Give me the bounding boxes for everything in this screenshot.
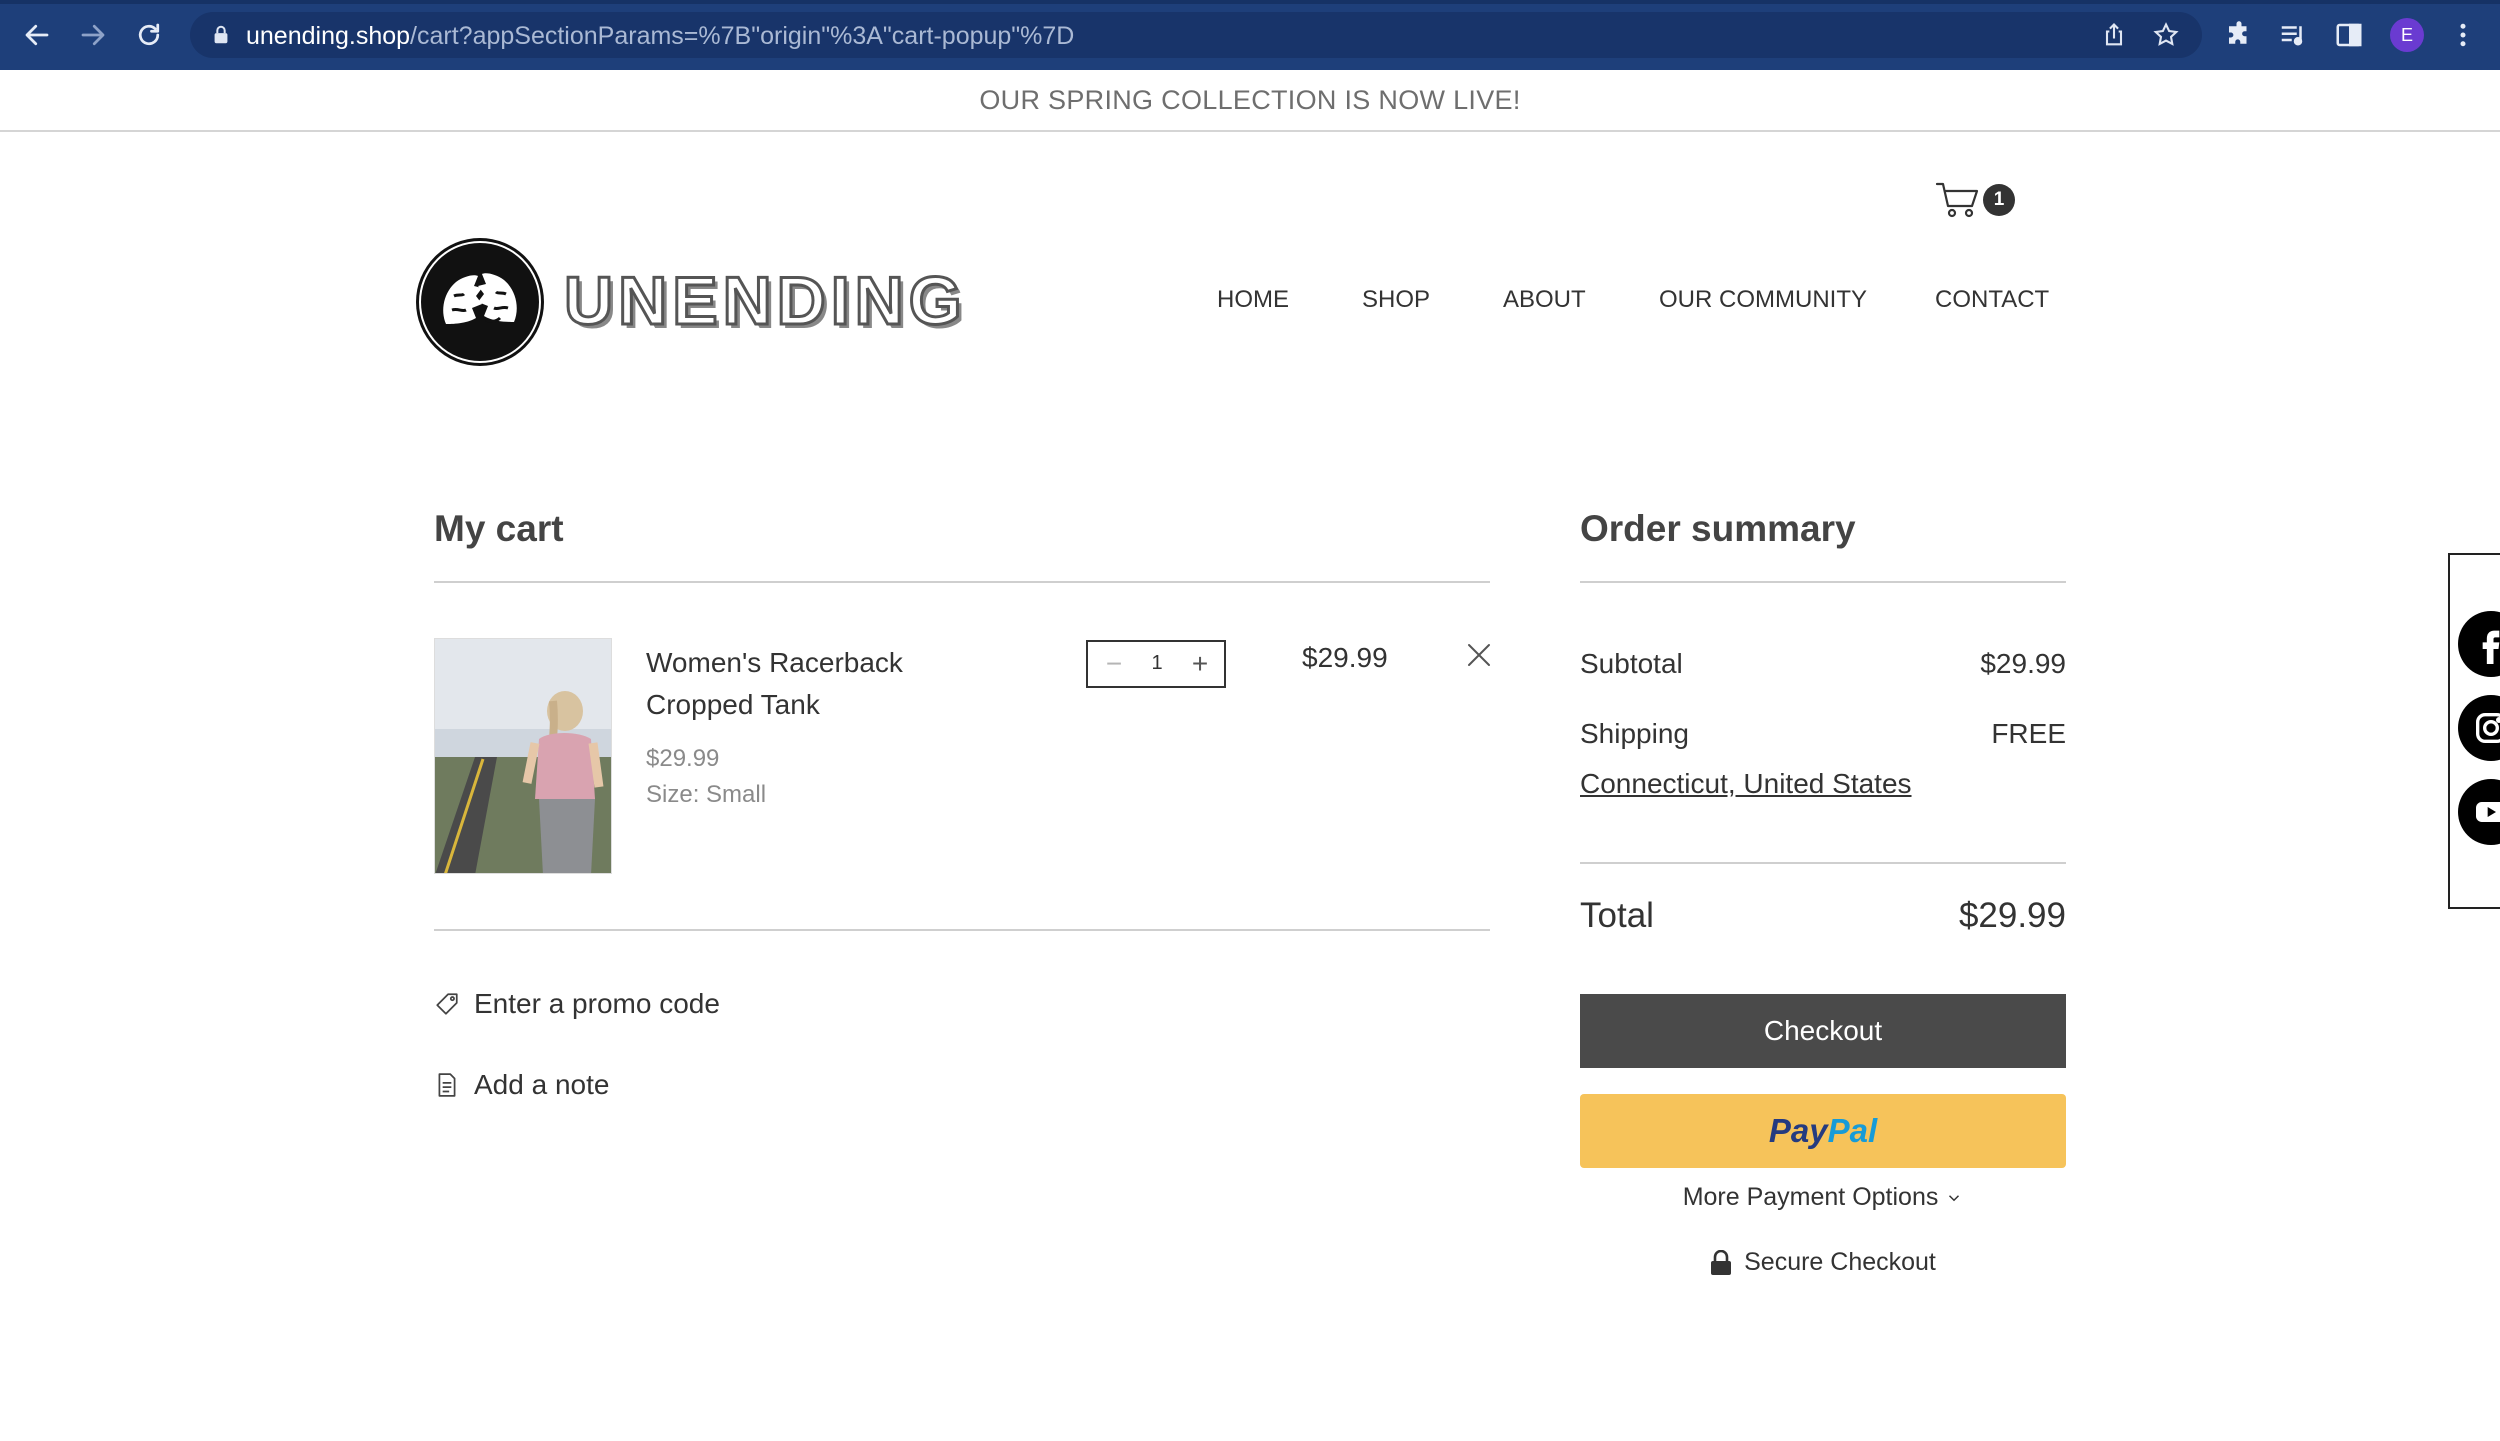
announcement-text: OUR SPRING COLLECTION IS NOW LIVE! <box>979 84 1521 115</box>
tab-strip-edge <box>0 0 2500 4</box>
add-note-button[interactable]: Add a note <box>434 1069 609 1101</box>
profile-avatar[interactable]: E <box>2390 18 2424 52</box>
instagram-icon[interactable] <box>2458 695 2500 761</box>
media-queue-icon[interactable] <box>2278 20 2308 50</box>
secure-checkout-note: Secure Checkout <box>1580 1248 2066 1277</box>
cart-divider-bottom <box>434 929 1490 931</box>
shipping-value: FREE <box>1991 718 2066 749</box>
note-icon <box>438 1073 456 1097</box>
add-note-label: Add a note <box>474 1069 610 1100</box>
reload-icon[interactable] <box>128 14 170 56</box>
shipping-label: Shipping <box>1580 718 1689 749</box>
product-name[interactable]: Women's Racerback Cropped Tank <box>646 642 976 726</box>
lock-icon <box>1711 1249 1732 1275</box>
cart-title: My cart <box>434 508 564 549</box>
facebook-icon[interactable] <box>2458 611 2500 677</box>
brand-wordmark[interactable]: UNENDING <box>563 262 967 341</box>
address-bar[interactable]: unending.shop/cart?appSectionParams=%7B"… <box>190 12 2202 58</box>
summary-divider-top <box>1580 581 2066 583</box>
nav-about[interactable]: ABOUT <box>1503 286 1586 314</box>
browser-toolbar: unending.shop/cart?appSectionParams=%7B"… <box>0 0 2500 70</box>
subtotal-value: $29.99 <box>1980 648 2066 679</box>
side-panel-icon[interactable] <box>2334 20 2364 50</box>
nav-home[interactable]: HOME <box>1217 286 1289 314</box>
close-icon[interactable] <box>1464 640 1494 670</box>
youtube-icon[interactable] <box>2458 779 2500 845</box>
product-thumbnail[interactable] <box>434 638 612 874</box>
forward-arrow-icon[interactable] <box>72 14 114 56</box>
bookmark-star-icon[interactable] <box>2152 21 2180 49</box>
share-icon[interactable] <box>2100 21 2128 49</box>
summary-divider-bottom <box>1580 862 2066 864</box>
nav-shop[interactable]: SHOP <box>1362 286 1430 314</box>
product-photo <box>435 639 611 873</box>
extensions-puzzle-icon[interactable] <box>2224 20 2254 50</box>
subtotal-row: Subtotal $29.99 <box>1580 648 2066 680</box>
more-payment-options-button[interactable]: More Payment Options <box>1580 1183 2066 1212</box>
total-label: Total <box>1580 896 1654 935</box>
back-arrow-icon[interactable] <box>16 14 58 56</box>
nav-our-community[interactable]: OUR COMMUNITY <box>1659 286 1867 314</box>
quantity-value[interactable]: 1 <box>1138 652 1176 675</box>
product-unit-price: $29.99 <box>646 745 720 772</box>
minus-icon[interactable]: − <box>1098 648 1130 680</box>
cart-count-badge[interactable]: 1 <box>1983 184 2015 216</box>
lock-icon <box>214 25 228 44</box>
chevron-down-icon <box>1949 1195 1960 1202</box>
announcement-bar: OUR SPRING COLLECTION IS NOW LIVE! <box>0 70 2500 132</box>
nav-contact[interactable]: CONTACT <box>1935 286 2049 314</box>
brand-logo-emblem[interactable] <box>414 236 546 368</box>
paypal-logo-pal: Pal <box>1827 1112 1878 1149</box>
subtotal-label: Subtotal <box>1580 648 1683 679</box>
url-text: unending.shop/cart?appSectionParams=%7B"… <box>246 22 1075 50</box>
shipping-row: Shipping FREE <box>1580 718 2066 750</box>
more-menu-icon[interactable] <box>2448 20 2478 50</box>
cart-divider-top <box>434 581 1490 583</box>
line-total: $29.99 <box>1302 642 1388 673</box>
total-row: Total $29.99 <box>1580 896 2066 936</box>
promo-code-button[interactable]: Enter a promo code <box>434 988 720 1020</box>
social-bar <box>2448 553 2500 909</box>
more-payment-label: More Payment Options <box>1682 1183 1939 1211</box>
tag-icon <box>436 993 458 1015</box>
shipping-location-link[interactable]: Connecticut, United States <box>1580 768 1912 800</box>
product-size: Size: Small <box>646 781 767 808</box>
paypal-logo-pay: Pay <box>1768 1112 1828 1149</box>
paypal-button[interactable]: Pay Pal <box>1580 1094 2066 1168</box>
total-value: $29.99 <box>1958 896 2066 935</box>
plus-icon[interactable]: + <box>1184 648 1216 680</box>
order-summary-title: Order summary <box>1580 508 1856 549</box>
secure-checkout-label: Secure Checkout <box>1744 1248 1936 1276</box>
checkout-button[interactable]: Checkout <box>1580 994 2066 1068</box>
quantity-stepper[interactable]: − 1 + <box>1086 640 1226 688</box>
cart-icon[interactable] <box>1935 180 1981 220</box>
promo-code-label: Enter a promo code <box>474 988 720 1019</box>
